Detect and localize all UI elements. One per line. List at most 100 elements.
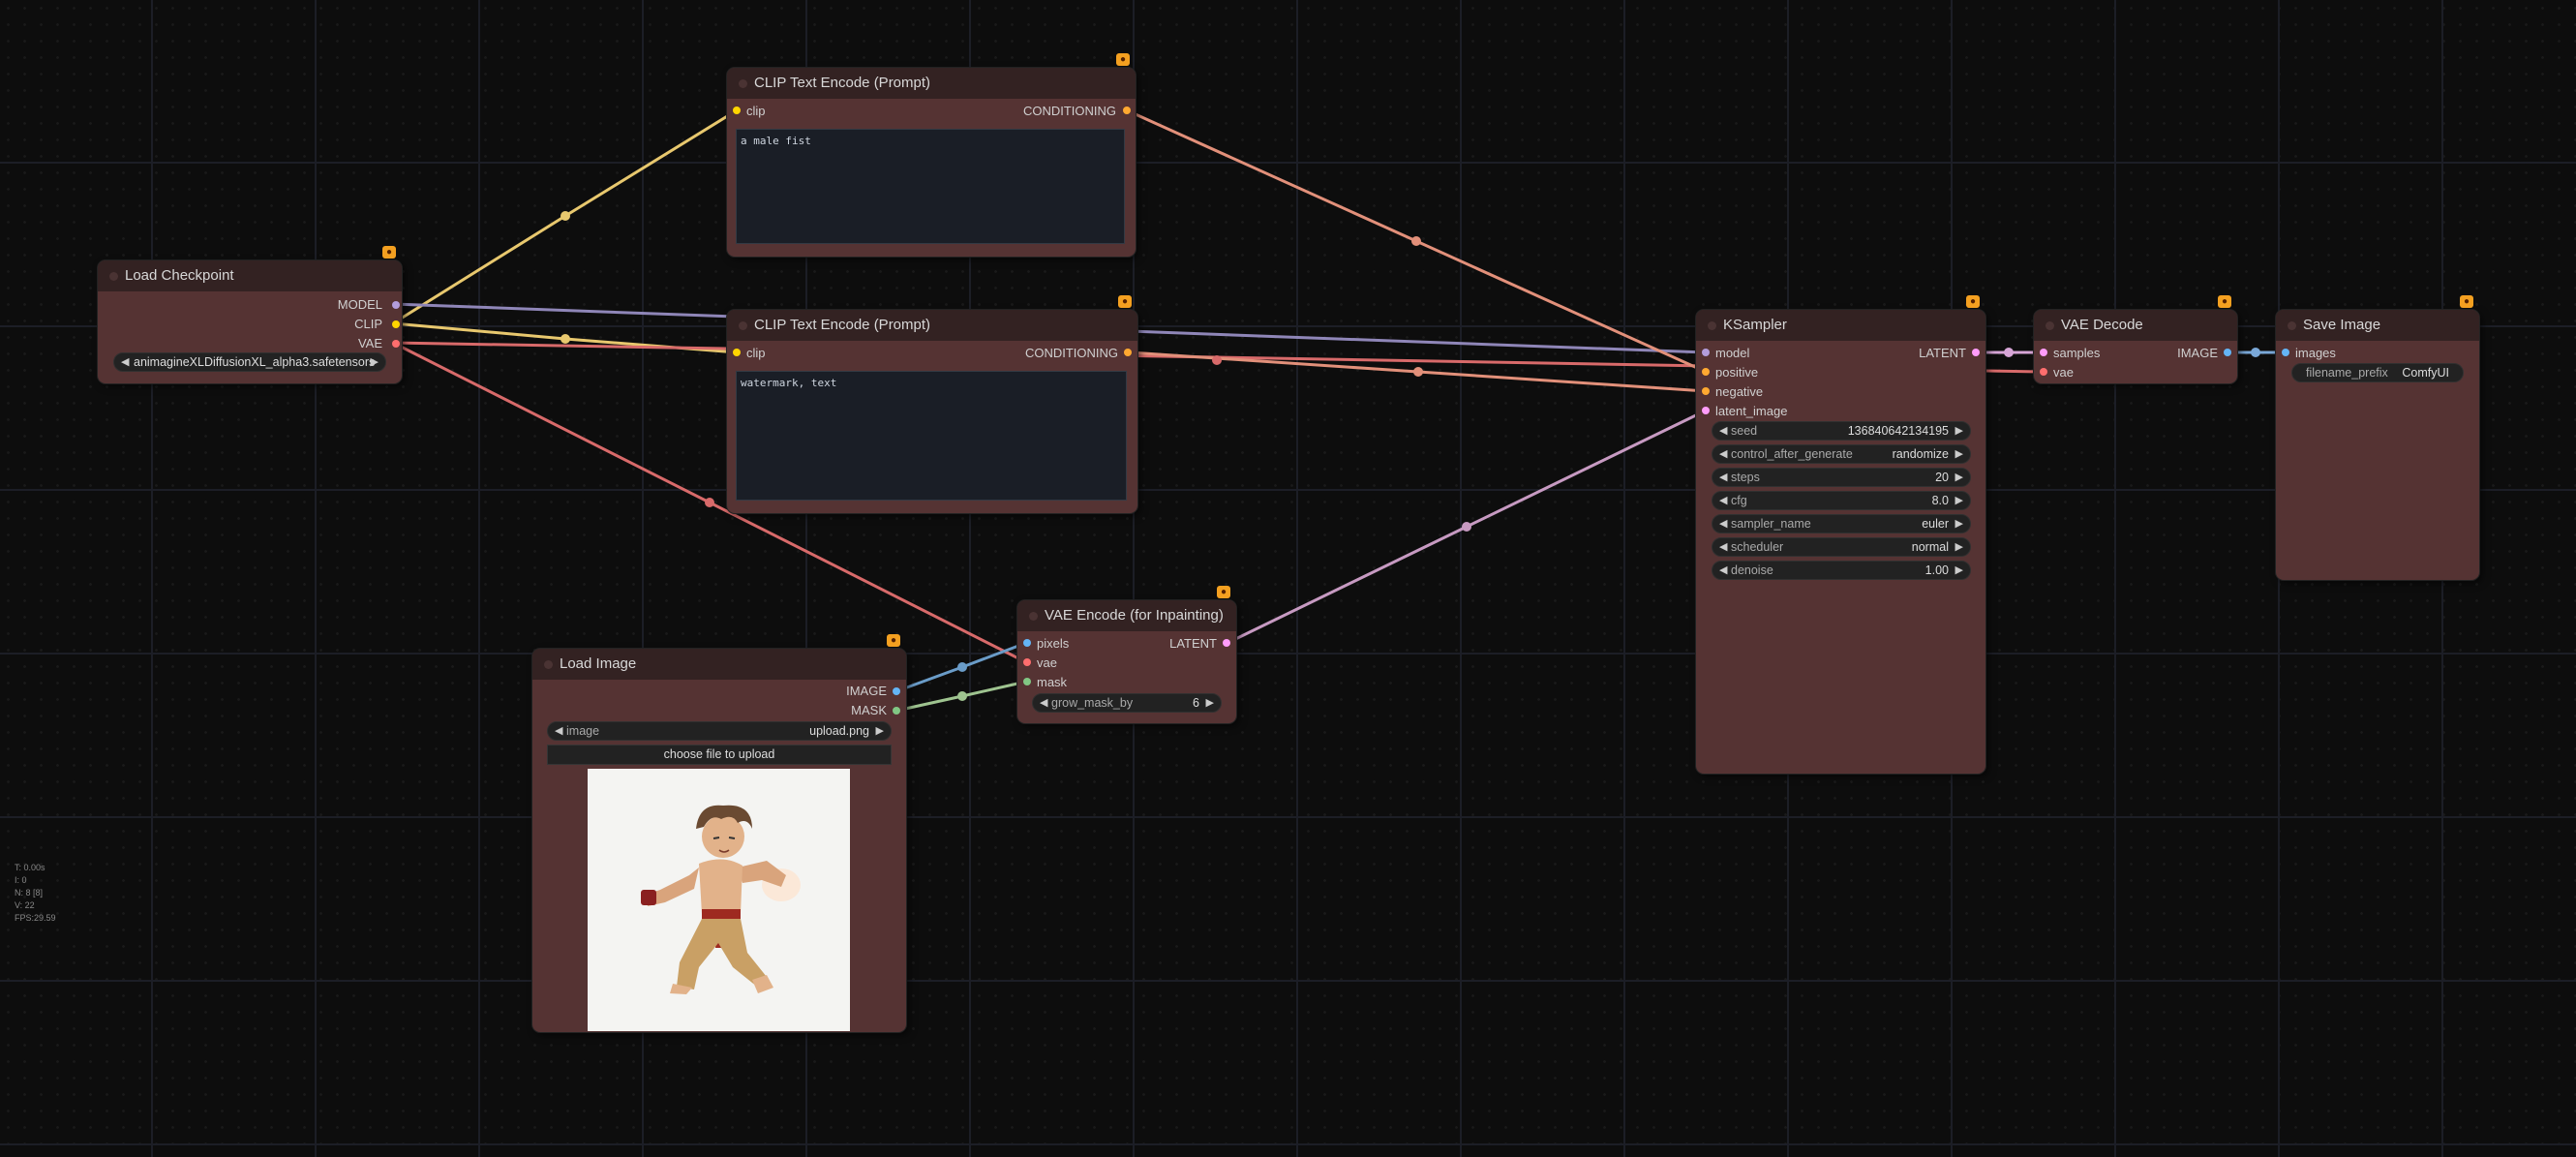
collapse-dot[interactable] [1029,612,1038,621]
decrement-arrow-icon[interactable]: ◀ [1040,696,1047,709]
input-slot-mask[interactable] [1023,678,1031,685]
input-slot-images[interactable] [2282,349,2289,356]
collapse-dot[interactable] [739,321,747,330]
output-slot-vae[interactable] [392,340,400,348]
input-slot-pixels[interactable] [1023,639,1031,647]
increment-arrow-icon[interactable]: ▶ [371,355,379,368]
node-save-image[interactable]: Save Image ● images filename_prefix Comf… [2276,295,2479,580]
connection-wires [392,108,2283,713]
output-slot-mask[interactable] [893,707,900,715]
steps-stepper[interactable]: ◀ steps 20 ▶ [1712,468,1971,487]
input-slot-latent-image[interactable] [1702,407,1710,414]
widget-label: cfg [1731,494,1747,507]
node-header[interactable]: Load Checkpoint [98,260,402,291]
input-slot-positive[interactable] [1702,368,1710,376]
node-header[interactable]: KSampler [1696,310,1985,341]
node-clip-text-encode-positive[interactable]: CLIP Text Encode (Prompt) ● clip CONDITI… [727,53,1136,257]
node-header[interactable]: Save Image [2276,310,2479,341]
decrement-arrow-icon[interactable]: ◀ [1719,471,1727,483]
input-label-samples: samples [2053,346,2101,360]
increment-arrow-icon[interactable]: ▶ [1955,471,1963,483]
filename-prefix-field[interactable]: filename_prefix ComfyUI [2291,363,2464,382]
prompt-textarea[interactable]: watermark, text [736,371,1127,501]
node-load-image[interactable]: Load Image ● IMAGE MASK ◀ image upload.p… [532,634,906,1032]
denoise-stepper[interactable]: ◀ denoise 1.00 ▶ [1712,561,1971,580]
output-slot-image[interactable] [893,687,900,695]
node-header[interactable]: CLIP Text Encode (Prompt) [727,68,1136,99]
decrement-arrow-icon[interactable]: ◀ [1719,540,1727,553]
increment-arrow-icon[interactable]: ▶ [1955,424,1963,437]
node-vae-encode-inpainting[interactable]: VAE Encode (for Inpainting) ● pixels vae… [1017,586,1236,723]
sampler-name-combo[interactable]: ◀ sampler_name euler ▶ [1712,514,1971,533]
output-slot-clip[interactable] [392,320,400,328]
decrement-arrow-icon[interactable]: ◀ [121,355,129,368]
ckpt-name-combo[interactable]: ◀ animagineXLDiffusionXL_alpha3.safetens… [113,352,386,372]
wire-midpoint[interactable] [1413,367,1423,377]
decrement-arrow-icon[interactable]: ◀ [1719,447,1727,460]
decrement-arrow-icon[interactable]: ◀ [1719,424,1727,437]
increment-arrow-icon[interactable]: ▶ [1955,540,1963,553]
wire-midpoint[interactable] [705,498,714,507]
wire-midpoint[interactable] [561,334,570,344]
image-combo[interactable]: ◀ image upload.png ▶ [547,721,892,741]
collapse-dot[interactable] [2288,321,2296,330]
wire-midpoint[interactable] [2251,348,2260,357]
increment-arrow-icon[interactable]: ▶ [1955,517,1963,530]
increment-arrow-icon[interactable]: ▶ [1955,447,1963,460]
cfg-stepper[interactable]: ◀ cfg 8.0 ▶ [1712,491,1971,510]
output-slot-image[interactable] [2224,349,2231,356]
output-slot-conditioning[interactable] [1124,349,1132,356]
wire-midpoint[interactable] [1411,236,1421,246]
wire-midpoint[interactable] [1212,355,1222,365]
widget-value: 136840642134195 [1847,424,1949,438]
output-slot-latent[interactable] [1223,639,1230,647]
increment-arrow-icon[interactable]: ▶ [1955,494,1963,506]
output-slot-latent[interactable] [1972,349,1980,356]
wire-midpoint[interactable] [957,691,967,701]
node-title: Load Image [560,655,637,672]
image-combo-label: image [566,724,600,738]
node-vae-decode[interactable]: VAE Decode ● samples vae IMAGE [2034,295,2237,383]
node-load-checkpoint[interactable]: Load Checkpoint ● MODEL CLIP VAE ◀ anima… [98,246,402,383]
input-slot-vae[interactable] [1023,658,1031,666]
input-label-images: images [2295,346,2336,360]
wire-midpoint[interactable] [957,662,967,672]
decrement-arrow-icon[interactable]: ◀ [1719,563,1727,576]
collapse-dot[interactable] [544,660,553,669]
widget-value: normal [1911,540,1949,554]
increment-arrow-icon[interactable]: ▶ [876,724,884,737]
output-slot-model[interactable] [392,301,400,309]
node-header[interactable]: VAE Decode [2034,310,2237,341]
seed-stepper[interactable]: ◀ seed 136840642134195 ▶ [1712,421,1971,441]
input-slot-vae[interactable] [2040,368,2047,376]
collapse-dot[interactable] [739,79,747,88]
node-header[interactable]: Load Image [532,649,906,680]
upload-button[interactable]: choose file to upload [547,745,892,765]
input-label-negative: negative [1715,384,1764,399]
node-header[interactable]: CLIP Text Encode (Prompt) [727,310,1137,341]
decrement-arrow-icon[interactable]: ◀ [1719,494,1727,506]
scheduler-combo[interactable]: ◀ scheduler normal ▶ [1712,537,1971,557]
increment-arrow-icon[interactable]: ▶ [1955,563,1963,576]
decrement-arrow-icon[interactable]: ◀ [1719,517,1727,530]
node-ksampler[interactable]: KSampler ● model positive negative laten… [1696,295,1985,774]
node-header[interactable]: VAE Encode (for Inpainting) [1017,600,1236,631]
node-clip-text-encode-negative[interactable]: CLIP Text Encode (Prompt) ● clip CONDITI… [727,295,1137,513]
collapse-dot[interactable] [1708,321,1716,330]
input-slot-clip[interactable] [733,107,741,114]
input-slot-negative[interactable] [1702,387,1710,395]
control-after-generate-combo[interactable]: ◀ control_after_generate randomize ▶ [1712,444,1971,464]
increment-arrow-icon[interactable]: ▶ [1206,696,1214,709]
collapse-dot[interactable] [2046,321,2054,330]
collapse-dot[interactable] [109,272,118,281]
input-slot-model[interactable] [1702,349,1710,356]
input-slot-clip[interactable] [733,349,741,356]
grow-mask-by-stepper[interactable]: ◀ grow_mask_by 6 ▶ [1032,693,1222,713]
wire-midpoint[interactable] [1462,522,1471,532]
output-slot-conditioning[interactable] [1123,107,1131,114]
decrement-arrow-icon[interactable]: ◀ [555,724,562,737]
prompt-textarea[interactable]: a male fist [736,129,1125,244]
wire-midpoint[interactable] [2004,348,2014,357]
wire-midpoint[interactable] [561,211,570,221]
input-slot-samples[interactable] [2040,349,2047,356]
